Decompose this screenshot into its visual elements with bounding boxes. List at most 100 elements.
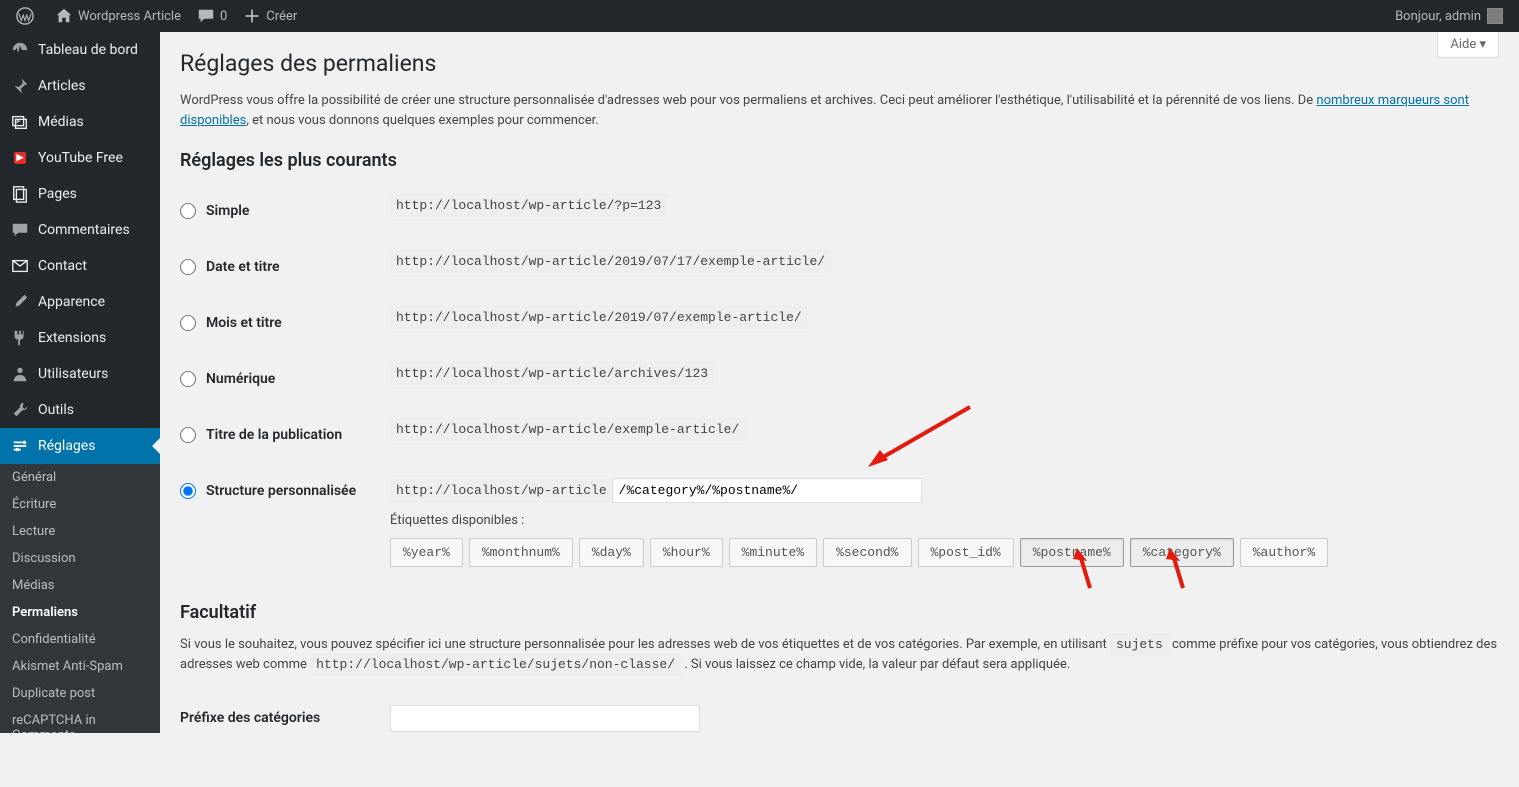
option-example-date: http://localhost/wp-article/2019/07/17/e… bbox=[390, 250, 831, 273]
option-label: Structure personnalisée bbox=[206, 483, 356, 499]
tag-hour[interactable]: %hour% bbox=[650, 538, 723, 567]
sidebar-item-label: Extensions bbox=[38, 330, 106, 346]
radio-date[interactable] bbox=[180, 259, 196, 275]
dashboard-icon bbox=[10, 40, 30, 60]
wrench-icon bbox=[10, 400, 30, 420]
sidebar-item-comments[interactable]: Commentaires bbox=[0, 212, 160, 248]
sidebar-subitem-discussion[interactable]: Discussion bbox=[0, 545, 160, 572]
tag-minute[interactable]: %minute% bbox=[729, 538, 817, 567]
option-label: Simple bbox=[206, 203, 249, 219]
media-icon bbox=[10, 112, 30, 132]
sidebar-item-users[interactable]: Utilisateurs bbox=[0, 356, 160, 392]
user-icon bbox=[10, 364, 30, 384]
sidebar-item-label: YouTube Free bbox=[38, 150, 123, 166]
tag-post_id[interactable]: %post_id% bbox=[918, 538, 1014, 567]
tag-category[interactable]: %category% bbox=[1130, 538, 1234, 567]
permalink-options-table: Simple http://localhost/wp-article/?p=123… bbox=[180, 183, 1499, 582]
radio-custom[interactable] bbox=[180, 483, 196, 499]
custom-structure-input[interactable] bbox=[612, 478, 922, 503]
plus-icon bbox=[243, 7, 261, 25]
comments-count-link[interactable]: 0 bbox=[189, 0, 235, 32]
radio-postname[interactable] bbox=[180, 427, 196, 443]
user-greeting-link[interactable]: Bonjour, admin bbox=[1387, 0, 1511, 32]
sidebar-item-settings[interactable]: Réglages bbox=[0, 428, 160, 464]
sidebar-item-label: Réglages bbox=[38, 438, 95, 454]
admin-sidebar: Tableau de bord Articles Médias ▶ YouTube Fr… bbox=[0, 32, 160, 733]
tag-second[interactable]: %second% bbox=[823, 538, 911, 567]
sidebar-item-label: Pages bbox=[38, 186, 77, 202]
site-name-link[interactable]: Wordpress Article bbox=[47, 0, 189, 32]
sidebar-item-appearance[interactable]: Apparence bbox=[0, 284, 160, 320]
comment-icon bbox=[10, 220, 30, 240]
sidebar-item-contact[interactable]: Contact bbox=[0, 248, 160, 284]
sidebar-item-label: Contact bbox=[38, 258, 87, 274]
sidebar-subitem-recaptcha[interactable]: reCAPTCHA in Comments bbox=[0, 707, 160, 733]
pages-icon bbox=[10, 184, 30, 204]
main-content: Aide ▾ Réglages des permaliens WordPress… bbox=[160, 32, 1519, 787]
tag-year[interactable]: %year% bbox=[390, 538, 463, 567]
sidebar-item-articles[interactable]: Articles bbox=[0, 68, 160, 104]
option-label: Mois et titre bbox=[206, 315, 282, 331]
permalink-option-simple[interactable]: Simple bbox=[180, 203, 370, 219]
permalink-option-numeric[interactable]: Numérique bbox=[180, 371, 370, 387]
sidebar-subitem-reading[interactable]: Lecture bbox=[0, 518, 160, 545]
sidebar-item-label: Outils bbox=[38, 402, 74, 418]
custom-url-prefix: http://localhost/wp-article bbox=[390, 479, 613, 502]
category-prefix-input[interactable] bbox=[390, 705, 700, 732]
radio-month[interactable] bbox=[180, 315, 196, 331]
wp-logo-link[interactable] bbox=[8, 0, 47, 32]
sidebar-item-extensions[interactable]: Extensions bbox=[0, 320, 160, 356]
admin-topbar: Wordpress Article 0 Créer Bonjour, admin bbox=[0, 0, 1519, 32]
help-tab[interactable]: Aide ▾ bbox=[1437, 32, 1499, 58]
option-example-postname: http://localhost/wp-article/exemple-arti… bbox=[390, 418, 745, 441]
contact-icon bbox=[10, 256, 30, 276]
permalink-option-postname[interactable]: Titre de la publication bbox=[180, 427, 370, 443]
tag-postname[interactable]: %postname% bbox=[1020, 538, 1124, 567]
sidebar-item-label: Médias bbox=[38, 114, 84, 130]
radio-numeric[interactable] bbox=[180, 371, 196, 387]
tag-author[interactable]: %author% bbox=[1240, 538, 1328, 567]
option-example-numeric: http://localhost/wp-article/archives/123 bbox=[390, 362, 714, 385]
sidebar-subitem-akismet[interactable]: Akismet Anti-Spam bbox=[0, 653, 160, 680]
create-link[interactable]: Créer bbox=[235, 0, 305, 32]
permalink-option-custom[interactable]: Structure personnalisée bbox=[180, 483, 370, 499]
tag-monthnum[interactable]: %monthnum% bbox=[469, 538, 573, 567]
common-settings-heading: Réglages les plus courants bbox=[180, 150, 1499, 171]
sidebar-subitem-general[interactable]: Général bbox=[0, 464, 160, 491]
sidebar-item-label: Apparence bbox=[38, 294, 105, 310]
plug-icon bbox=[10, 328, 30, 348]
sidebar-item-tools[interactable]: Outils bbox=[0, 392, 160, 428]
sidebar-item-label: Tableau de bord bbox=[38, 42, 138, 58]
option-label: Numérique bbox=[206, 371, 275, 387]
category-prefix-label: Préfixe des catégories bbox=[180, 690, 380, 747]
sidebar-subitem-writing[interactable]: Écriture bbox=[0, 491, 160, 518]
wordpress-icon bbox=[16, 7, 34, 25]
radio-simple[interactable] bbox=[180, 203, 196, 219]
permalink-option-date[interactable]: Date et titre bbox=[180, 259, 370, 275]
yt-icon: ▶ bbox=[10, 148, 30, 168]
sidebar-item-dashboard[interactable]: Tableau de bord bbox=[0, 32, 160, 68]
sidebar-item-pages[interactable]: Pages bbox=[0, 176, 160, 212]
sidebar-item-media[interactable]: Médias bbox=[0, 104, 160, 140]
sliders-icon bbox=[10, 436, 30, 456]
sidebar-subitem-duplicate[interactable]: Duplicate post bbox=[0, 680, 160, 707]
option-label: Date et titre bbox=[206, 259, 280, 275]
comment-icon bbox=[197, 7, 215, 25]
home-icon bbox=[55, 7, 73, 25]
page-title: Réglages des permaliens bbox=[180, 50, 1499, 77]
sidebar-subitem-privacy[interactable]: Confidentialité bbox=[0, 626, 160, 653]
option-example-simple: http://localhost/wp-article/?p=123 bbox=[390, 194, 667, 217]
optional-description: Si vous le souhaitez, vous pouvez spécif… bbox=[180, 635, 1499, 674]
option-label: Titre de la publication bbox=[206, 427, 342, 443]
sidebar-subitem-media-sub[interactable]: Médias bbox=[0, 572, 160, 599]
pin-icon bbox=[10, 76, 30, 96]
permalink-option-month[interactable]: Mois et titre bbox=[180, 315, 370, 331]
option-example-month: http://localhost/wp-article/2019/07/exem… bbox=[390, 306, 808, 329]
sidebar-subitem-permalinks[interactable]: Permaliens bbox=[0, 599, 160, 626]
brush-icon bbox=[10, 292, 30, 312]
sidebar-item-youtube[interactable]: ▶ YouTube Free bbox=[0, 140, 160, 176]
sidebar-item-label: Commentaires bbox=[38, 222, 130, 238]
tag-day[interactable]: %day% bbox=[579, 538, 644, 567]
available-tags-label: Étiquettes disponibles : bbox=[390, 513, 1489, 528]
sidebar-item-label: Articles bbox=[38, 78, 86, 94]
